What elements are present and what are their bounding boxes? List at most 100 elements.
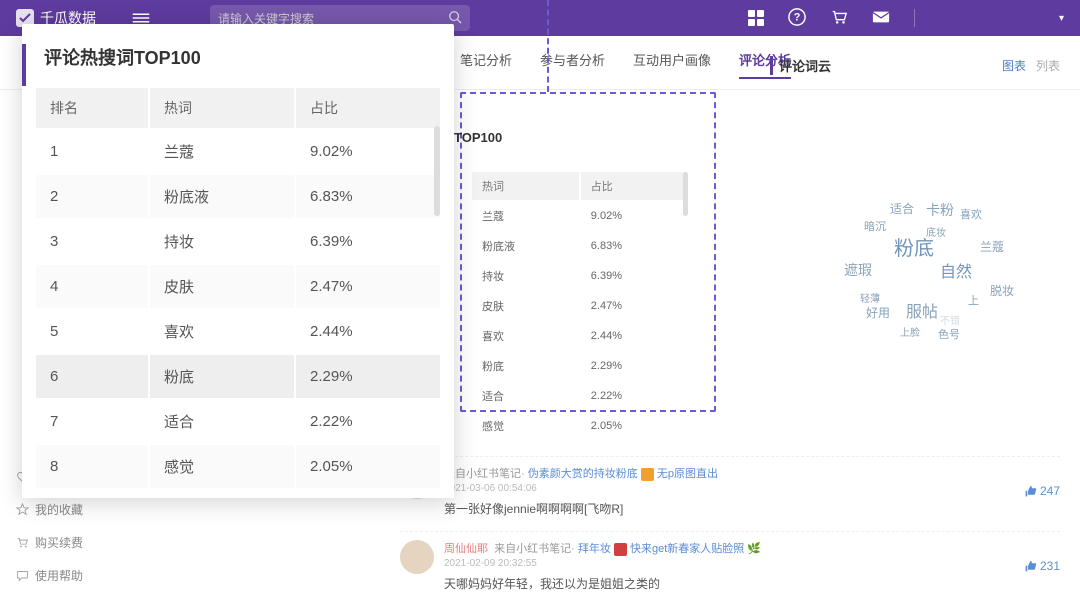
comment-time: 2021-02-09 20:32:55 — [444, 558, 1014, 569]
table-row[interactable]: 4皮肤2.47% — [36, 265, 440, 308]
table-row[interactable]: 持妆6.39% — [472, 262, 684, 290]
sidebar-item-help[interactable]: 使用帮助 — [16, 559, 83, 592]
cell-pct: 6.39% — [581, 262, 684, 290]
wordcloud-word[interactable]: 上 — [968, 292, 979, 308]
commenter-name[interactable]: 周仙仙耶 — [444, 543, 488, 555]
source-prefix: 来自小红书笔记· — [444, 468, 525, 480]
cell-pct: 2.29% — [296, 355, 440, 398]
menu-icon[interactable] — [132, 11, 150, 25]
tab-participant-analysis[interactable]: 参与者分析 — [540, 50, 605, 79]
cell-pct: 2.44% — [581, 322, 684, 350]
cell-pct: 2.47% — [296, 265, 440, 308]
comment-meta: 来自小红书笔记· 伪素颜大赏的持妆粉底 无p原图直出 — [444, 465, 1014, 481]
table-row[interactable]: 皮肤2.47% — [472, 292, 684, 320]
table-row[interactable]: 粉底2.29% — [472, 352, 684, 380]
cell-word: 喜欢 — [472, 322, 579, 350]
wordcloud-word[interactable]: 适合 — [890, 200, 914, 217]
table-row[interactable]: 5喜欢2.44% — [36, 310, 440, 353]
cart-icon — [16, 536, 29, 549]
help-icon[interactable]: ? — [788, 8, 806, 29]
cell-word: 粉底 — [472, 352, 579, 380]
table-row[interactable]: 适合2.22% — [472, 382, 684, 410]
cell-pct: 2.22% — [581, 382, 684, 410]
wordcloud-canvas: 适合卡粉喜欢暗沉底妆粉底兰蔻遮瑕自然脱妆轻薄好用服帖上不错上脸色号 — [830, 190, 1050, 350]
leaf-icon: 🌿 — [747, 543, 761, 555]
emoji-icon — [614, 543, 627, 556]
cell-pct: 9.02% — [296, 130, 440, 173]
mail-icon[interactable] — [872, 10, 890, 27]
source-prefix: 来自小红书笔记· — [494, 543, 575, 555]
table-row[interactable]: 3持妆6.39% — [36, 220, 440, 263]
like-button[interactable]: 247 — [1024, 465, 1060, 517]
small-table-scrollbar[interactable] — [683, 172, 688, 216]
wordcloud-word[interactable]: 自然 — [940, 258, 972, 282]
callout-line — [547, 0, 549, 92]
cell-rank: 8 — [36, 445, 148, 488]
wordcloud-word[interactable]: 轻薄 — [860, 290, 880, 305]
cell-word: 粉底液 — [150, 175, 294, 218]
table-row[interactable]: 感觉2.05% — [472, 412, 684, 440]
cell-pct: 2.05% — [296, 445, 440, 488]
cell-word: 皮肤 — [472, 292, 579, 320]
tab-note-analysis[interactable]: 笔记分析 — [460, 50, 512, 79]
cell-pct: 6.39% — [296, 220, 440, 263]
wordcloud-word[interactable]: 暗沉 — [864, 218, 886, 234]
wordcloud-word[interactable]: 服帖 — [906, 298, 938, 322]
wordcloud-word[interactable]: 上脸 — [900, 324, 920, 339]
cell-pct: 6.83% — [581, 232, 684, 260]
view-chart[interactable]: 图表 — [1002, 59, 1026, 73]
table-row[interactable]: 7适合2.22% — [36, 400, 440, 443]
wordcloud-word[interactable]: 遮瑕 — [844, 260, 872, 280]
table-row[interactable]: 8感觉2.05% — [36, 445, 440, 488]
view-toggle: 图表 列表 — [1002, 57, 1060, 74]
top100-popup-table: 排名 热词 占比 1兰蔻9.02%2粉底液6.83%3持妆6.39%4皮肤2.4… — [34, 86, 442, 490]
svg-text:?: ? — [794, 11, 801, 23]
sidebar-item-buy[interactable]: 购买续费 — [16, 526, 83, 559]
sidebar-label: 我的收藏 — [35, 501, 83, 518]
avatar[interactable] — [400, 540, 434, 574]
wordcloud-word[interactable]: 粉底 — [894, 232, 934, 261]
cell-pct: 2.05% — [581, 412, 684, 440]
comment-time: 2021-03-06 00:54:06 — [444, 483, 1014, 494]
table-row[interactable]: 1兰蔻9.02% — [36, 130, 440, 173]
view-list[interactable]: 列表 — [1036, 59, 1060, 73]
wordcloud-word[interactable]: 不错 — [940, 312, 960, 327]
cell-word: 粉底液 — [472, 232, 579, 260]
wordcloud-word[interactable]: 好用 — [866, 304, 890, 321]
wordcloud-word[interactable]: 喜欢 — [960, 206, 982, 222]
table-row[interactable]: 兰蔻9.02% — [472, 202, 684, 230]
col-word: 热词 — [150, 88, 294, 128]
cell-pct: 2.47% — [581, 292, 684, 320]
note-suffix[interactable]: 快来get新春家人贴脸照 — [630, 543, 744, 555]
cell-pct: 2.44% — [296, 310, 440, 353]
wordcloud-word[interactable]: 色号 — [938, 326, 960, 342]
tab-user-portrait[interactable]: 互动用户画像 — [633, 50, 711, 79]
apps-icon[interactable] — [748, 10, 764, 26]
popup-scrollbar[interactable] — [434, 126, 440, 216]
wordcloud-word[interactable]: 脱妆 — [990, 282, 1014, 299]
table-row[interactable]: 2粉底液6.83% — [36, 175, 440, 218]
like-button[interactable]: 231 — [1024, 540, 1060, 592]
note-suffix[interactable]: 无p原图直出 — [657, 468, 718, 480]
col-pct: 占比 — [296, 88, 440, 128]
cart-icon[interactable] — [830, 8, 848, 29]
wordcloud-word[interactable]: 兰蔻 — [980, 238, 1004, 255]
header-right-icons: ? ▾ — [748, 8, 1064, 29]
table-row[interactable]: 喜欢2.44% — [472, 322, 684, 350]
cell-rank: 7 — [36, 400, 148, 443]
cell-pct: 9.02% — [581, 202, 684, 230]
note-link[interactable]: 拜年妆 — [578, 543, 611, 555]
cell-word: 持妆 — [472, 262, 579, 290]
table-row[interactable]: 6粉底2.29% — [36, 355, 440, 398]
sidebar-label: 购买续费 — [35, 534, 83, 551]
table-row[interactable]: 粉底液6.83% — [472, 232, 684, 260]
wordcloud-word[interactable]: 卡粉 — [926, 200, 954, 220]
top100-small-table: 热词 占比 兰蔻9.02%粉底液6.83%持妆6.39%皮肤2.47%喜欢2.4… — [470, 170, 686, 442]
comment-item: 来自小红书笔记· 伪素颜大赏的持妆粉底 无p原图直出 2021-03-06 00… — [400, 456, 1060, 531]
cell-word: 感觉 — [150, 445, 294, 488]
top100-callout-box: TOP100 热词 占比 兰蔻9.02%粉底液6.83%持妆6.39%皮肤2.4… — [460, 92, 716, 412]
note-link[interactable]: 伪素颜大赏的持妆粉底 — [528, 468, 638, 480]
cell-rank: 4 — [36, 265, 148, 308]
user-menu-caret[interactable]: ▾ — [1059, 13, 1064, 24]
cell-rank: 1 — [36, 130, 148, 173]
